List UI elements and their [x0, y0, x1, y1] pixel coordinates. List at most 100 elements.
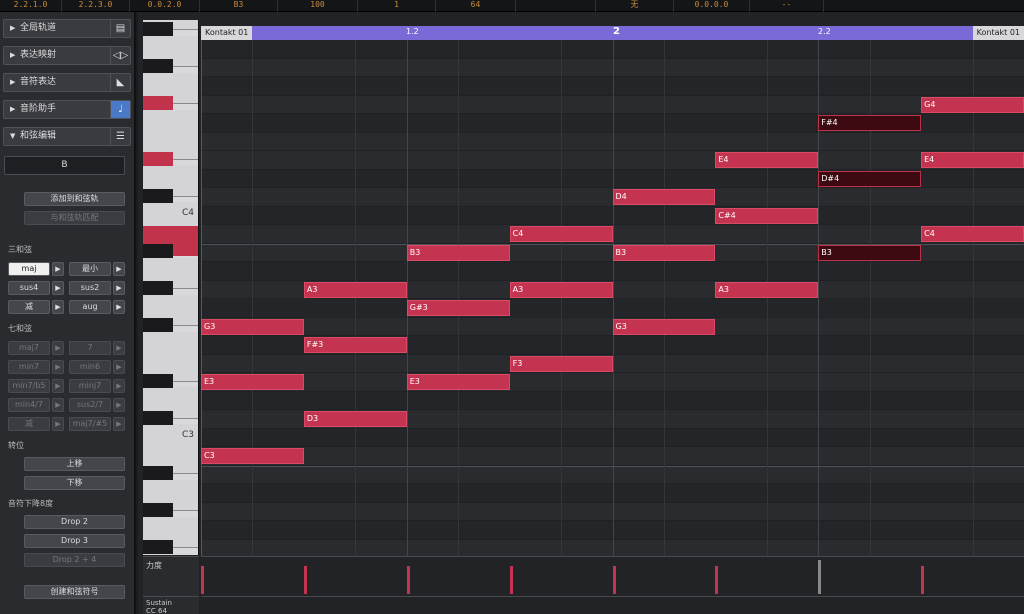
- chord-type-button[interactable]: min6: [69, 360, 111, 374]
- play-chord-icon[interactable]: ▶: [113, 417, 125, 431]
- move-up-button[interactable]: 上移: [24, 457, 125, 471]
- play-chord-icon[interactable]: ▶: [113, 379, 125, 393]
- info-line-cell[interactable]: [516, 0, 596, 12]
- chord-type-button[interactable]: min7: [8, 360, 50, 374]
- play-chord-icon[interactable]: ▶: [113, 398, 125, 412]
- section-icon[interactable]: ◣: [110, 74, 130, 91]
- midi-note[interactable]: D3: [303, 411, 407, 427]
- velocity-bar[interactable]: [921, 566, 925, 594]
- midi-note[interactable]: G3: [201, 318, 304, 335]
- chord-type-button[interactable]: aug: [69, 300, 111, 314]
- velocity-bar[interactable]: [715, 566, 719, 594]
- chord-type-button[interactable]: maj7/#5: [69, 417, 111, 431]
- midi-note[interactable]: G#3: [406, 300, 510, 316]
- inspector-section[interactable]: ▶ 表达映射 ◁▷: [3, 46, 131, 65]
- section-icon[interactable]: ▤: [110, 20, 130, 37]
- section-icon[interactable]: ♩: [110, 101, 130, 118]
- midi-note[interactable]: F3: [509, 355, 613, 372]
- info-line-cell[interactable]: 2.2.3.0: [62, 0, 130, 12]
- midi-note[interactable]: F#3: [303, 337, 407, 353]
- play-chord-icon[interactable]: ▶: [113, 262, 125, 276]
- black-key[interactable]: [143, 503, 173, 517]
- midi-note[interactable]: E3: [201, 374, 304, 390]
- midi-note[interactable]: E3: [406, 374, 510, 390]
- midi-note[interactable]: A3: [715, 281, 819, 298]
- info-line-cell[interactable]: 100: [278, 0, 358, 12]
- info-line-cell[interactable]: 2.2.1.0: [0, 0, 62, 12]
- black-key[interactable]: [143, 188, 173, 203]
- drop24-button[interactable]: Drop 2 + 4: [24, 553, 125, 567]
- chord-type-button[interactable]: minj7: [69, 379, 111, 393]
- black-key[interactable]: [143, 318, 173, 332]
- midi-note[interactable]: B3: [612, 244, 716, 261]
- section-icon[interactable]: ◁▷: [110, 47, 130, 64]
- inspector-section[interactable]: ▶ 音符表达 ◣: [3, 73, 131, 92]
- play-chord-icon[interactable]: ▶: [52, 379, 64, 393]
- velocity-bar[interactable]: [303, 566, 307, 594]
- midi-note[interactable]: B3: [406, 244, 510, 261]
- play-chord-icon[interactable]: ▶: [52, 341, 64, 355]
- velocity-bar[interactable]: [612, 566, 616, 594]
- info-line-cell[interactable]: 0.0.2.0: [130, 0, 200, 12]
- play-chord-icon[interactable]: ▶: [52, 360, 64, 374]
- piano-keyboard[interactable]: C4 C3: [143, 20, 199, 555]
- inspector-section[interactable]: ▶ 全局轨道 ▤: [3, 19, 131, 38]
- ruler[interactable]: Kontakt 01 1.2 2 2.2 Kontakt 01: [201, 26, 1024, 40]
- create-chord-symbol-button[interactable]: 创建和弦符号: [24, 585, 125, 599]
- black-key[interactable]: [143, 540, 173, 554]
- midi-note[interactable]: B3: [818, 244, 922, 261]
- info-line-cell[interactable]: 1: [358, 0, 436, 12]
- midi-note[interactable]: E4: [921, 152, 1024, 168]
- black-key[interactable]: [143, 244, 173, 258]
- play-chord-icon[interactable]: ▶: [52, 417, 64, 431]
- midi-note[interactable]: D#4: [818, 170, 922, 187]
- add-to-chord-track-button[interactable]: 添加到和弦轨: [24, 192, 125, 206]
- chord-type-button[interactable]: sus2/7: [69, 398, 111, 412]
- inspector-section[interactable]: ▶ 音阶助手 ♩: [3, 100, 131, 119]
- chord-type-button[interactable]: sus2: [69, 281, 111, 295]
- velocity-bar[interactable]: [406, 566, 410, 594]
- drop2-button[interactable]: Drop 2: [24, 515, 125, 529]
- black-key[interactable]: [143, 59, 173, 73]
- black-key[interactable]: [143, 466, 173, 480]
- chord-type-button[interactable]: sus4: [8, 281, 50, 295]
- chord-type-button[interactable]: 最小: [69, 262, 111, 276]
- play-chord-icon[interactable]: ▶: [52, 398, 64, 412]
- chord-type-button[interactable]: maj7: [8, 341, 50, 355]
- chord-type-button[interactable]: min7/b5: [8, 379, 50, 393]
- midi-note[interactable]: C4: [921, 226, 1024, 242]
- info-line-cell[interactable]: 0.0.0.0: [674, 0, 750, 12]
- info-line-cell[interactable]: --: [750, 0, 824, 12]
- midi-note[interactable]: D4: [612, 189, 716, 205]
- chord-type-button[interactable]: 减: [8, 300, 50, 314]
- velocity-lane[interactable]: [201, 556, 1024, 596]
- play-chord-icon[interactable]: ▶: [52, 281, 64, 295]
- velocity-bar[interactable]: [509, 566, 513, 594]
- black-key[interactable]: [143, 373, 173, 388]
- play-chord-icon[interactable]: ▶: [113, 300, 125, 314]
- midi-note[interactable]: C3: [201, 448, 304, 464]
- chord-type-button[interactable]: min4/7: [8, 398, 50, 412]
- drop3-button[interactable]: Drop 3: [24, 534, 125, 548]
- midi-note[interactable]: G3: [612, 318, 716, 335]
- midi-note[interactable]: A3: [303, 281, 407, 298]
- midi-note[interactable]: C4: [509, 226, 613, 242]
- inspector-section[interactable]: ▼ 和弦编辑 ☰: [3, 127, 131, 146]
- velocity-bar[interactable]: [818, 560, 822, 594]
- midi-note[interactable]: A3: [509, 281, 613, 298]
- chord-type-button[interactable]: 减: [8, 417, 50, 431]
- move-down-button[interactable]: 下移: [24, 476, 125, 490]
- play-chord-icon[interactable]: ▶: [52, 262, 64, 276]
- black-key[interactable]: [143, 22, 173, 36]
- play-chord-icon[interactable]: ▶: [113, 341, 125, 355]
- play-chord-icon[interactable]: ▶: [113, 281, 125, 295]
- play-chord-icon[interactable]: ▶: [113, 360, 125, 374]
- info-line-cell[interactable]: 无: [596, 0, 674, 12]
- black-key[interactable]: [143, 281, 173, 295]
- midi-note[interactable]: F#4: [818, 115, 922, 131]
- play-chord-icon[interactable]: ▶: [52, 300, 64, 314]
- match-chord-track-button[interactable]: 与和弦轨匹配: [24, 211, 125, 225]
- info-line-cell[interactable]: 64: [436, 0, 516, 12]
- sustain-lane[interactable]: [201, 596, 1024, 614]
- velocity-bar[interactable]: [201, 566, 204, 594]
